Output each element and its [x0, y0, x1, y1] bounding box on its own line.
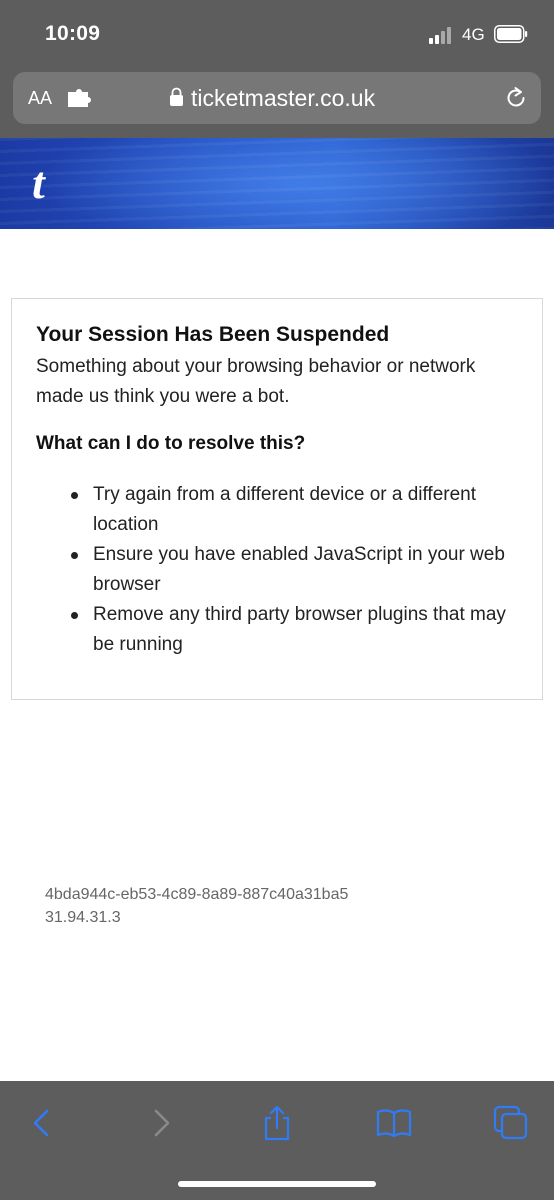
bookmarks-icon[interactable] [374, 1103, 414, 1143]
resolution-heading: What can I do to resolve this? [36, 433, 306, 454]
suspension-message-card: Your Session Has Been Suspended Somethin… [11, 298, 543, 700]
list-item: Ensure you have enabled JavaScript in yo… [71, 540, 513, 600]
text-size-label: AA [28, 88, 53, 108]
list-item: Remove any third party browser plugins t… [71, 600, 513, 660]
share-icon[interactable] [257, 1103, 297, 1143]
network-type: 4G [462, 25, 485, 44]
ip-address: 31.94.31.3 [45, 909, 121, 926]
list-item: Try again from a different device or a d… [71, 480, 513, 540]
home-indicator [178, 1181, 376, 1187]
tabs-icon[interactable] [491, 1103, 531, 1143]
extension-icon[interactable] [67, 89, 91, 107]
cellular-signal-icon [429, 27, 451, 44]
battery-icon [494, 25, 528, 43]
reference-info: 4bda944c-eb53-4c89-8a89-887c40a31ba5 31.… [45, 883, 348, 929]
browser-top-chrome: 10:09 4G AA ticketmaster.co.uk [0, 0, 554, 138]
url-text[interactable]: ticketmaster.co.uk [191, 83, 375, 113]
session-id: 4bda944c-eb53-4c89-8a89-887c40a31ba5 [45, 886, 349, 903]
reload-icon[interactable] [503, 85, 529, 111]
site-header: t [0, 138, 554, 229]
lock-icon [170, 87, 183, 106]
forward-icon[interactable] [142, 1103, 182, 1143]
message-description: Something about your browsing behavior o… [36, 356, 476, 407]
header-texture [0, 138, 554, 229]
message-title: Your Session Has Been Suspended [36, 323, 390, 346]
back-icon[interactable] [22, 1103, 62, 1143]
address-bar[interactable]: AA ticketmaster.co.uk [13, 72, 541, 124]
status-time: 10:09 [45, 22, 101, 45]
text-size-button[interactable]: AA [28, 86, 52, 110]
ticketmaster-logo[interactable]: t [32, 160, 45, 206]
resolution-steps-list: Try again from a different device or a d… [12, 480, 544, 660]
